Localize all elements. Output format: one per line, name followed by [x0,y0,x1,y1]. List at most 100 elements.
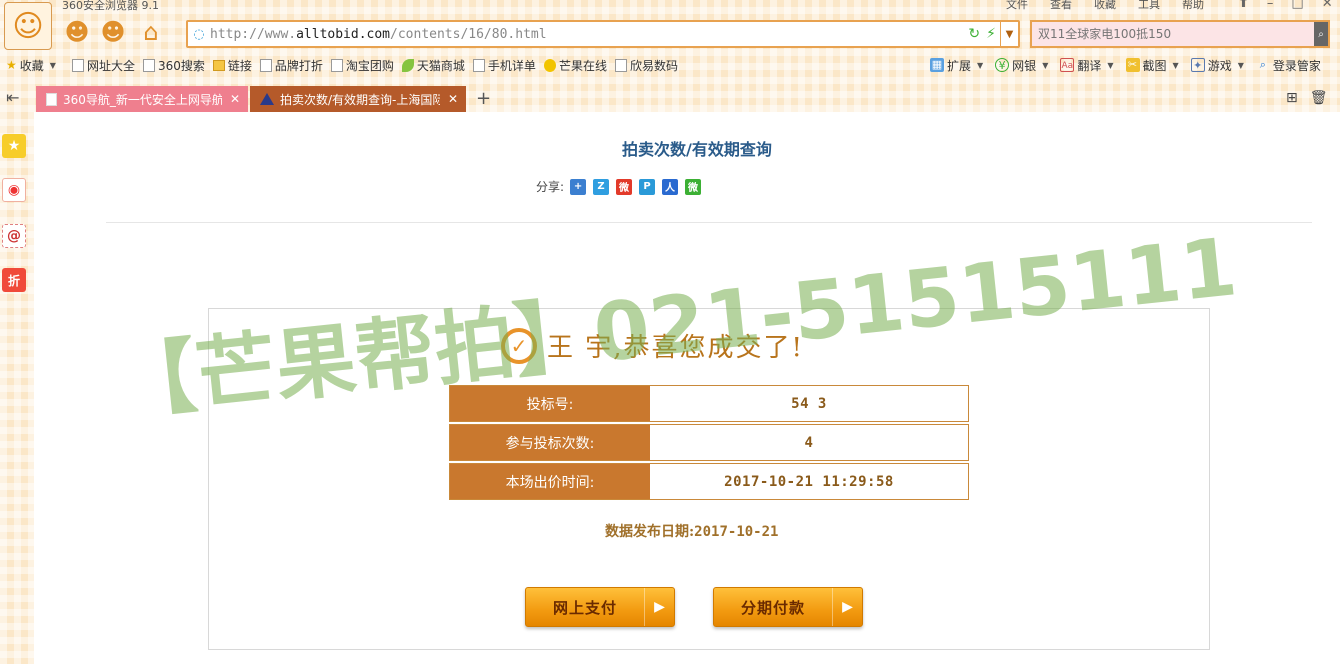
gamepad-icon: ✦ [1190,58,1205,72]
search-icon[interactable]: ⌕ [1314,22,1328,46]
bookmark-item[interactable]: 网址大全 [71,57,135,74]
publish-date-value: 2017-10-21 [694,524,779,540]
site-security-icon: ◌ [193,26,205,42]
window-controls: ⬆ – □ ✕ [1238,0,1333,11]
search-input[interactable] [1032,27,1314,41]
weibo-icon[interactable]: ◉ [2,178,26,202]
share-weibo-icon[interactable]: 微 [616,178,633,195]
tab-360-nav[interactable]: 360导航_新一代安全上网导航 ✕ [36,86,248,112]
window-maximize-icon[interactable]: □ [1291,0,1303,11]
bookmark-folder[interactable]: 链接 [212,57,252,74]
collapse-sidebar-icon[interactable]: ⇤ [6,88,19,107]
discount-icon[interactable]: 折 [2,268,26,292]
star-icon: ★ [6,58,17,72]
menu-file[interactable]: 文件 [1006,0,1028,12]
alltobid-logo-icon [260,93,274,105]
left-sidebar: ★ ◉ @ 折 [0,112,34,664]
page-icon [259,58,272,72]
installment-payment-button[interactable]: 分期付款 ▶ [713,587,863,627]
tab-close-icon[interactable]: ✕ [448,92,458,106]
window-close-icon[interactable]: ✕ [1322,0,1333,11]
translate-icon: Aa [1060,58,1075,72]
bookmark-favorites[interactable]: ★ 收藏 ▼ [6,57,56,74]
bookmark-item[interactable]: 品牌打折 [259,57,323,74]
address-dropdown-icon[interactable]: ▼ [1000,22,1018,46]
bid-time-value: 2017-10-21 11:29:58 [650,464,968,499]
tab-close-icon[interactable]: ✕ [230,92,240,106]
divider [106,222,1312,223]
page-icon [472,58,485,72]
search-bar: ⌕ [1030,20,1330,48]
browser-title: 360安全浏览器 9.1 [62,0,159,12]
bank-icon: ¥ [995,58,1010,72]
share-plus-icon[interactable]: + [570,178,587,195]
address-tools: ↻ ⚡ [968,26,1000,42]
bid-info-table: 投标号: 54 3 参与投标次数: 4 本场出价时间: 2017-10-21 1… [449,385,969,502]
window-pin-icon[interactable]: ⬆ [1238,0,1249,11]
browser-title-strip: 360安全浏览器 9.1 文件 查看 收藏 工具 帮助 ⬆ – □ ✕ [0,0,1340,16]
window-minimize-icon[interactable]: – [1267,0,1274,11]
bookmark-item[interactable]: 360搜索 [142,57,205,74]
tool-games[interactable]: ✦ 游戏 ▼ [1190,57,1244,74]
favorites-star-icon[interactable]: ★ [2,134,26,158]
extensions-icon: ▦ [930,58,944,72]
table-row: 投标号: 54 3 [449,385,969,422]
bid-number-label: 投标号: [450,386,650,421]
bid-number-value: 54 3 [650,386,968,421]
congrats-banner: ✓ 王 宇,恭喜您成交了! [501,327,804,364]
play-arrow-icon: ▶ [832,588,862,626]
tool-login-manager[interactable]: ⌕ 登录管家 [1256,57,1321,74]
leaf-icon [401,58,414,72]
result-panel: ✓ 王 宇,恭喜您成交了! 投标号: 54 3 参与投标次数: 4 本场出价时间… [208,308,1210,650]
check-icon: ✓ [501,327,537,364]
share-qzone-icon[interactable]: Z [593,178,610,195]
lightning-icon[interactable]: ⚡ [986,26,996,42]
tab-auction-query[interactable]: 拍卖次数/有效期查询-上海国际 ✕ [250,86,466,112]
mascot-icon: ☻ [64,18,90,46]
menu-tools[interactable]: 工具 [1138,0,1160,12]
browser-menu: 文件 查看 收藏 工具 帮助 [1006,0,1204,12]
congrats-message: 王 宇,恭喜您成交了! [547,333,804,363]
mascot-house-icon: ⌂ [143,18,159,46]
email-icon[interactable]: @ [2,224,26,248]
address-url[interactable]: http://www.alltobid.com/contents/16/80.h… [210,27,968,42]
browser-logo-icon[interactable]: ☺ [4,2,52,50]
page-icon [142,58,155,72]
publish-date: 数据发布日期:2017-10-21 [605,521,778,541]
new-tab-icon[interactable]: + [476,88,491,109]
tab-bar: ⇤ 360导航_新一代安全上网导航 ✕ 拍卖次数/有效期查询-上海国际 ✕ + … [0,84,1340,112]
bookmark-item[interactable]: 天猫商城 [401,57,465,74]
page-icon [71,58,84,72]
table-row: 参与投标次数: 4 [449,424,969,461]
tool-screenshot[interactable]: ✂ 截图 ▼ [1125,57,1179,74]
address-bar[interactable]: ◌ http://www.alltobid.com/contents/16/80… [186,20,1020,48]
share-wechat-icon[interactable]: 微 [685,178,702,195]
share-renren-icon[interactable]: 人 [662,178,679,195]
tool-extensions[interactable]: ▦ 扩展 ▼ [930,57,983,74]
trash-icon[interactable]: 🗑 [1310,90,1328,106]
menu-favorites[interactable]: 收藏 [1094,0,1116,12]
page-icon [330,58,343,72]
bid-count-label: 参与投标次数: [450,425,650,460]
online-payment-button[interactable]: 网上支付 ▶ [525,587,675,627]
mango-icon [543,58,556,72]
tool-bank[interactable]: ¥ 网银 ▼ [995,57,1048,74]
bid-count-value: 4 [650,425,968,460]
page-title: 拍卖次数/有效期查询 [622,140,772,159]
restore-tab-icon[interactable]: ⊞ [1286,90,1298,106]
share-icons: + Z 微 P 人微 [570,178,702,195]
bookmark-item[interactable]: 欣易数码 [614,57,678,74]
folder-icon [212,59,225,71]
refresh-icon[interactable]: ↻ [968,26,980,42]
menu-help[interactable]: 帮助 [1182,0,1204,12]
menu-view[interactable]: 查看 [1050,0,1072,12]
share-label: 分享: [536,180,565,194]
bookmark-item[interactable]: 手机详单 [472,57,536,74]
bid-time-label: 本场出价时间: [450,464,650,499]
bookmarks-bar: ★ 收藏 ▼ 网址大全 360搜索 链接 品牌打折 淘宝团购 天猫商城 手机详单 芒… [6,54,686,76]
share-row: 分享: + Z 微 P 人微 [536,178,702,195]
tool-translate[interactable]: Aa 翻译 ▼ [1060,57,1114,74]
share-tqq-icon[interactable]: P [639,178,656,195]
bookmark-item[interactable]: 淘宝团购 [330,57,394,74]
bookmark-item[interactable]: 芒果在线 [543,57,607,74]
